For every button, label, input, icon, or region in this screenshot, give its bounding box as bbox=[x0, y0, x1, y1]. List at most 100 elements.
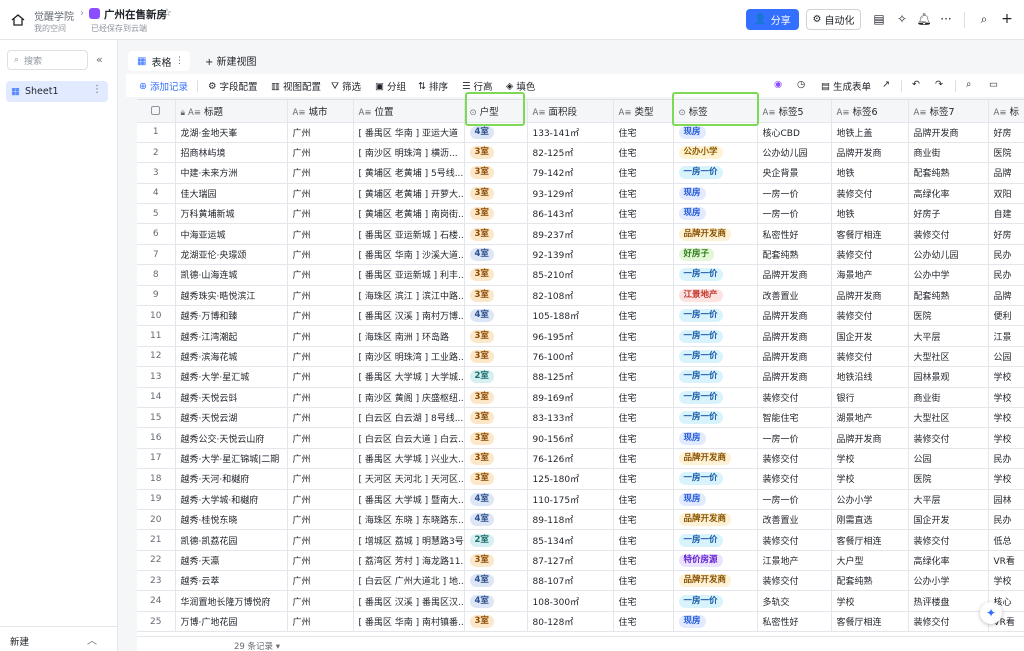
more-vertical-icon[interactable]: ⋮ bbox=[92, 84, 102, 95]
cell-city[interactable]: 广州 bbox=[287, 122, 354, 143]
cell-area[interactable]: 85-134㎡ bbox=[527, 529, 614, 551]
cell-tag7[interactable]: 医院 bbox=[908, 468, 989, 490]
cell-tag6[interactable]: 配套纯熟 bbox=[831, 570, 909, 592]
cell-location[interactable]: [ 海珠区 滨江 ] 滨江中路... bbox=[353, 285, 465, 307]
cell-tag[interactable]: 一房一价 bbox=[673, 407, 758, 429]
cell-tag7[interactable]: 装修交付 bbox=[908, 223, 989, 245]
cell-area[interactable]: 86-143㎡ bbox=[527, 203, 614, 225]
share-button[interactable]: 👤 分享 bbox=[746, 9, 799, 30]
cell-tag8[interactable]: 便利 bbox=[988, 305, 1024, 327]
cell-tag[interactable]: 一房一价 bbox=[673, 590, 758, 612]
cell-room-type[interactable]: 3室 bbox=[464, 427, 528, 449]
cell-area[interactable]: 89-169㎡ bbox=[527, 387, 614, 408]
column-header-tag8[interactable]: A≡ 标 bbox=[988, 100, 1024, 123]
cell-tag6[interactable]: 海景地产 bbox=[831, 264, 909, 286]
row-number[interactable]: 4 bbox=[137, 183, 176, 205]
cell-title[interactable]: 越秀·江湾潮起 bbox=[175, 325, 288, 347]
column-header-city[interactable]: A≡ 城市 bbox=[287, 100, 354, 123]
cell-tag[interactable]: 品牌开发商 bbox=[673, 509, 758, 531]
cell-room-type[interactable]: 3室 bbox=[464, 407, 528, 429]
cell-tag8[interactable]: 民办 bbox=[988, 264, 1024, 286]
view-config-button[interactable]: ▥ 视图配置 bbox=[271, 79, 321, 94]
cell-title[interactable]: 越秀·天瀛 bbox=[175, 550, 288, 572]
cell-tag5[interactable]: 品牌开发商 bbox=[757, 346, 832, 368]
cell-city[interactable]: 广州 bbox=[287, 366, 354, 388]
cell-type[interactable]: 住宅 bbox=[613, 387, 674, 408]
cell-tag6[interactable]: 客餐厅相连 bbox=[831, 223, 909, 245]
row-number[interactable]: 1 bbox=[137, 122, 176, 143]
cell-type[interactable]: 住宅 bbox=[613, 468, 674, 490]
cell-tag[interactable]: 品牌开发商 bbox=[673, 570, 758, 592]
row-number[interactable]: 22 bbox=[137, 550, 176, 572]
cell-location[interactable]: [ 番禺区 华南 ] 南村镇番... bbox=[353, 611, 465, 633]
row-number[interactable]: 3 bbox=[137, 162, 176, 184]
table-row[interactable]: 22 越秀·天瀛 广州[ 荔湾区 芳村 ] 海龙路11... 3室 87-127㎡ 住宅特… bbox=[137, 550, 1024, 572]
cell-city[interactable]: 广州 bbox=[287, 244, 354, 266]
cell-tag7[interactable]: 高绿化率 bbox=[908, 550, 989, 572]
cell-tag5[interactable]: 配套纯熟 bbox=[757, 244, 832, 266]
cell-type[interactable]: 住宅 bbox=[613, 427, 674, 449]
cell-tag7[interactable]: 大型社区 bbox=[908, 346, 989, 368]
cell-tag[interactable]: 现房 bbox=[673, 489, 758, 510]
star-icon[interactable]: ☆ bbox=[162, 6, 172, 19]
cell-tag8[interactable]: 好房 bbox=[988, 223, 1024, 245]
group-button[interactable]: ▣ 分组 bbox=[375, 79, 406, 94]
cell-tag5[interactable]: 改善置业 bbox=[757, 285, 832, 307]
cell-tag8[interactable]: 江景 bbox=[988, 325, 1024, 347]
redo-icon[interactable]: ↷ bbox=[935, 79, 943, 90]
cell-city[interactable]: 广州 bbox=[287, 529, 354, 551]
cell-tag6[interactable]: 大户型 bbox=[831, 550, 909, 572]
fill-color-button[interactable]: ◈ 填色 bbox=[506, 79, 535, 94]
add-icon[interactable]: + bbox=[998, 10, 1016, 28]
cell-tag5[interactable]: 多轨交 bbox=[757, 590, 832, 612]
cell-tag5[interactable]: 装修交付 bbox=[757, 468, 832, 490]
cell-type[interactable]: 住宅 bbox=[613, 366, 674, 388]
cell-city[interactable]: 广州 bbox=[287, 407, 354, 429]
table-row[interactable]: 23 越秀·云萃 广州[ 白云区 广州大道北 ] 地... 4室 88-107㎡ 住宅 品牌… bbox=[137, 570, 1024, 592]
cell-tag7[interactable]: 园林景观 bbox=[908, 366, 989, 388]
cell-room-type[interactable]: 3室 bbox=[464, 346, 528, 368]
column-header-tag5[interactable]: A≡ 标签5 bbox=[757, 100, 832, 123]
cell-room-type[interactable]: 2室 bbox=[464, 529, 528, 551]
cell-room-type[interactable]: 3室 bbox=[464, 203, 528, 225]
table-row[interactable]: 11 越秀·江湾潮起 广州[ 海珠区 南洲 ] 环岛路 3室 96-195㎡ 住宅 一房一价… bbox=[137, 325, 1024, 347]
cell-room-type[interactable]: 3室 bbox=[464, 468, 528, 490]
cell-tag[interactable]: 一房一价 bbox=[673, 366, 758, 388]
cell-tag[interactable]: 好房子 bbox=[673, 244, 758, 266]
cell-area[interactable]: 79-142㎡ bbox=[527, 162, 614, 184]
cell-room-type[interactable]: 3室 bbox=[464, 285, 528, 307]
cell-tag7[interactable]: 商业街 bbox=[908, 387, 989, 408]
cell-location[interactable]: [ 番禺区 亚运新城 ] 石楼... bbox=[353, 223, 465, 245]
cell-tag8[interactable]: 民办 bbox=[988, 509, 1024, 531]
table-row[interactable]: 16 越秀公交·天悦云山府 广州[ 白云区 白云大道 ] 白云... 3室 90-156… bbox=[137, 427, 1024, 449]
cell-type[interactable]: 住宅 bbox=[613, 305, 674, 327]
cell-tag[interactable]: 江景地产 bbox=[673, 285, 758, 307]
cell-room-type[interactable]: 3室 bbox=[464, 448, 528, 470]
cell-tag8[interactable]: 自建 bbox=[988, 203, 1024, 225]
cell-type[interactable]: 住宅 bbox=[613, 244, 674, 266]
breadcrumb-space[interactable]: 觉醒学院 bbox=[34, 8, 74, 23]
cell-type[interactable]: 住宅 bbox=[613, 570, 674, 592]
cell-tag7[interactable]: 大平层 bbox=[908, 325, 989, 347]
table-row[interactable]: 2 招商林屿境 广州[ 南沙区 明珠湾 ] 横沥... 3室 82-125㎡ 住宅 公办小学… bbox=[137, 142, 1024, 164]
cell-area[interactable]: 76-100㎡ bbox=[527, 346, 614, 368]
cell-type[interactable]: 住宅 bbox=[613, 509, 674, 531]
cell-city[interactable]: 广州 bbox=[287, 590, 354, 612]
table-row[interactable]: 19 越秀·大学城·和樾府 广州[ 番禺区 大学城 ] 暨南大... 4室 110-17… bbox=[137, 489, 1024, 510]
table-row[interactable]: 20 越秀·桂悦东晓 广州[ 海珠区 东晓 ] 东晓路东... 4室 89-118㎡ 住宅… bbox=[137, 509, 1024, 531]
cell-city[interactable]: 广州 bbox=[287, 162, 354, 184]
row-height-button[interactable]: ☰ 行高 bbox=[462, 79, 493, 94]
cell-title[interactable]: 越秀·大学·星汇城 bbox=[175, 366, 288, 388]
cell-type[interactable]: 住宅 bbox=[613, 264, 674, 286]
cell-location[interactable]: [ 白云区 广州大道北 ] 地... bbox=[353, 570, 465, 592]
cell-type[interactable]: 住宅 bbox=[613, 407, 674, 429]
table-row[interactable]: 21 凯德·凯荔花园 广州[ 增城区 荔城 ] 明慧路3号 2室 85-134㎡ 住宅 一房… bbox=[137, 529, 1024, 551]
cell-tag7[interactable]: 热评楼盘 bbox=[908, 590, 989, 612]
cell-room-type[interactable]: 4室 bbox=[464, 489, 528, 510]
filter-button[interactable]: ⛛ 筛选 bbox=[331, 79, 361, 94]
cell-city[interactable]: 广州 bbox=[287, 264, 354, 286]
cell-location[interactable]: [ 荔湾区 芳村 ] 海龙路11... bbox=[353, 550, 465, 572]
cell-tag8[interactable]: 好房 bbox=[988, 122, 1024, 143]
cell-tag5[interactable]: 品牌开发商 bbox=[757, 325, 832, 347]
cell-tag[interactable]: 一房一价 bbox=[673, 305, 758, 327]
